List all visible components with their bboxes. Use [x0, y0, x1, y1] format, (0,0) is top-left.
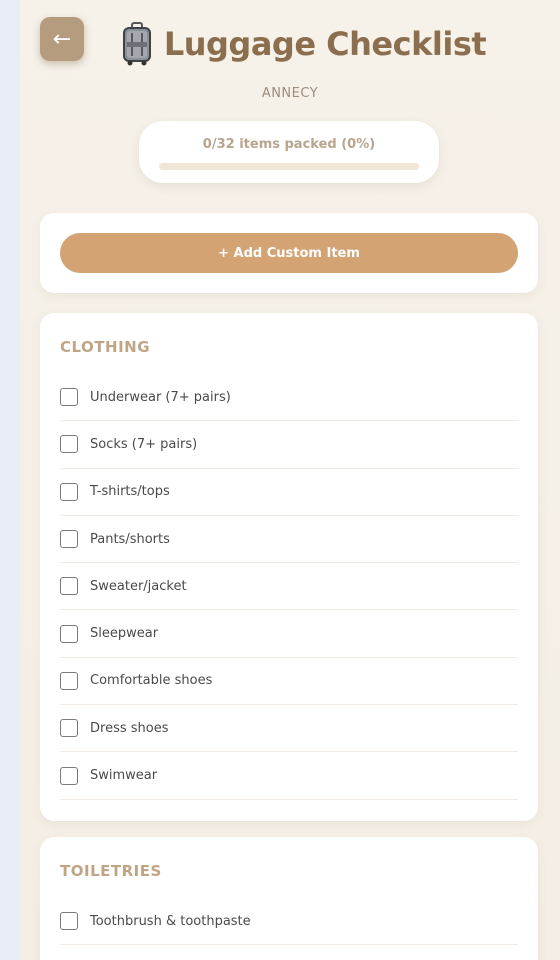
item-list: Toothbrush & toothpaste	[60, 898, 518, 946]
destination-subtitle: ANNECY	[261, 86, 319, 101]
section-toiletries: TOILETRIES Toothbrush & toothpaste	[40, 837, 538, 960]
progress-label: 0/32 items packed (0%)	[202, 137, 376, 152]
section-clothing: CLOTHING Underwear (7+ pairs) Socks (7+ …	[40, 313, 538, 821]
checkbox[interactable]	[60, 435, 78, 454]
item-label: Pants/shorts	[90, 531, 170, 547]
page-title: Luggage Checklist	[163, 25, 487, 63]
list-item[interactable]: Dress shoes	[60, 705, 518, 753]
item-label: Socks (7+ pairs)	[90, 436, 198, 452]
list-item[interactable]: Toothbrush & toothpaste	[60, 898, 518, 946]
checkbox[interactable]	[60, 766, 78, 785]
checkbox[interactable]	[60, 577, 78, 596]
list-item[interactable]: Pants/shorts	[60, 516, 518, 564]
item-list: Underwear (7+ pairs) Socks (7+ pairs) T-…	[60, 374, 518, 800]
checkbox[interactable]	[60, 719, 78, 738]
list-item[interactable]: Swimwear	[60, 752, 518, 800]
checkbox[interactable]	[60, 671, 78, 690]
progress-bar	[159, 163, 419, 170]
list-item[interactable]: Sweater/jacket	[60, 563, 518, 611]
section-heading: TOILETRIES	[60, 862, 162, 880]
item-label: Dress shoes	[90, 720, 169, 736]
item-label: Comfortable shoes	[90, 673, 213, 689]
checkbox[interactable]	[60, 530, 78, 549]
item-label: T-shirts/tops	[90, 484, 170, 500]
add-custom-item-button[interactable]: + Add Custom Item	[60, 233, 518, 273]
list-item[interactable]: Comfortable shoes	[60, 658, 518, 706]
list-item[interactable]: Sleepwear	[60, 610, 518, 658]
item-label: Toothbrush & toothpaste	[90, 913, 251, 929]
list-item[interactable]: Socks (7+ pairs)	[60, 421, 518, 469]
list-item[interactable]: Underwear (7+ pairs)	[60, 374, 518, 422]
suitcase-icon	[122, 22, 152, 66]
add-item-card: + Add Custom Item	[40, 213, 538, 293]
app-container: ← Luggage Checklist ANNECY 0/32 items pa…	[20, 0, 560, 960]
section-heading: CLOTHING	[60, 338, 151, 356]
list-item[interactable]: T-shirts/tops	[60, 469, 518, 516]
checkbox[interactable]	[60, 388, 78, 407]
checkbox[interactable]	[60, 912, 78, 931]
item-label: Swimwear	[90, 768, 158, 784]
item-label: Sweater/jacket	[90, 578, 187, 594]
progress-card: 0/32 items packed (0%)	[139, 121, 439, 183]
item-label: Sleepwear	[90, 626, 159, 642]
checkbox[interactable]	[60, 624, 78, 643]
item-label: Underwear (7+ pairs)	[90, 389, 231, 405]
header: Luggage Checklist	[20, 22, 560, 66]
checkbox[interactable]	[60, 482, 78, 501]
left-edge-strip	[0, 0, 20, 960]
